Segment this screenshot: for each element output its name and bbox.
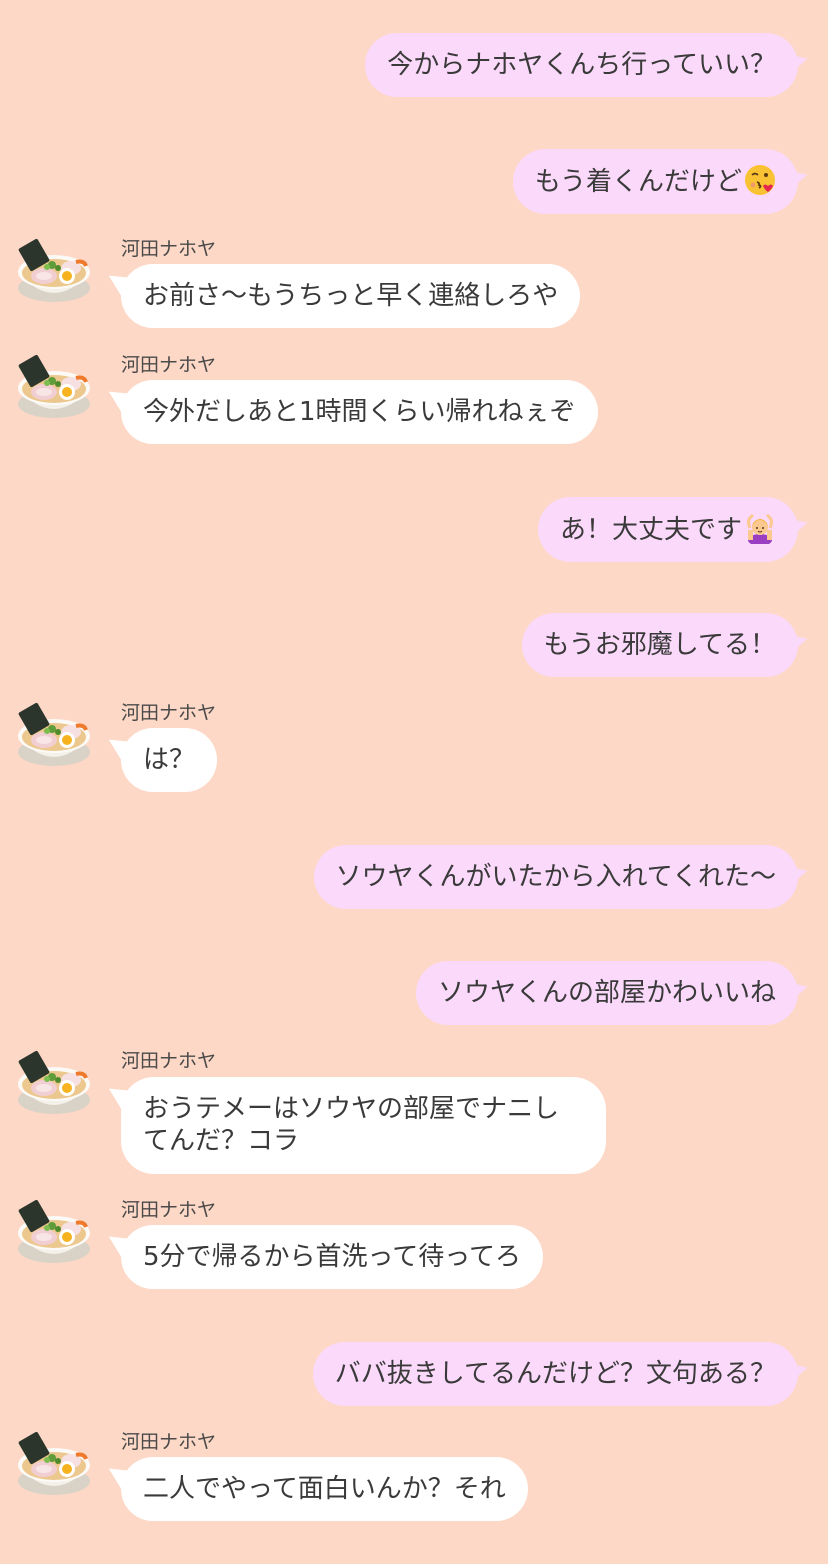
message-bubble[interactable]: 今外だしあと1時間くらい帰れねぇぞ	[121, 380, 598, 444]
sender-name: 河田ナホヤ	[121, 1050, 217, 1072]
outgoing-message: もう着くんだけど	[512, 149, 798, 214]
outgoing-message: ババ抜きしてるんだけど？文句ある？	[312, 1342, 798, 1406]
ramen-avatar-icon[interactable]	[14, 344, 94, 424]
outgoing-message: 今からナホヤくんち行っていい？	[365, 33, 798, 97]
incoming-message: は？	[121, 728, 218, 792]
message-bubble[interactable]: おうテメーはソウヤの部屋でナニしてんだ？コラ	[121, 1077, 606, 1174]
sender-name: 河田ナホヤ	[121, 1199, 217, 1221]
chat-thread: 今からナホヤくんち行っていい？ もう着くんだけど 河田ナホヤ お前さ〜もうちっと…	[0, 0, 828, 1564]
message-bubble[interactable]: 5分で帰るから首洗って待ってろ	[121, 1225, 543, 1289]
kissing-face-emoji	[744, 164, 776, 196]
message-text: 二人でやって面白いんか？それ	[143, 1474, 506, 1504]
message-text: もうお邪魔してる！	[543, 630, 776, 660]
ramen-avatar-icon[interactable]	[14, 228, 94, 308]
message-text: ソウヤくんの部屋かわいいね	[437, 978, 776, 1008]
message-bubble[interactable]: もう着くんだけど	[512, 149, 798, 214]
message-text: あ！大丈夫です	[559, 515, 742, 545]
sender-name: 河田ナホヤ	[121, 1431, 217, 1453]
message-text: ババ抜きしてるんだけど？文句ある？	[334, 1359, 776, 1389]
incoming-message: 5分で帰るから首洗って待ってろ	[121, 1225, 543, 1289]
message-text: おうテメーはソウヤの部屋でナニしてんだ？コラ	[143, 1094, 560, 1156]
message-text: は？	[143, 745, 196, 775]
ramen-avatar-icon[interactable]	[14, 1040, 94, 1120]
message-bubble[interactable]: ソウヤくんの部屋かわいいね	[415, 961, 798, 1025]
sender-name: 河田ナホヤ	[121, 702, 217, 724]
ramen-avatar-icon[interactable]	[14, 692, 94, 772]
incoming-message: 今外だしあと1時間くらい帰れねぇぞ	[121, 380, 598, 444]
message-text: もう着くんだけど	[534, 167, 742, 197]
message-bubble[interactable]: は？	[121, 728, 218, 792]
sender-name: 河田ナホヤ	[121, 238, 217, 260]
incoming-message: おうテメーはソウヤの部屋でナニしてんだ？コラ	[121, 1077, 606, 1174]
outgoing-message: あ！大丈夫です	[537, 497, 798, 562]
ramen-avatar-icon[interactable]	[14, 1421, 94, 1501]
incoming-message: 二人でやって面白いんか？それ	[121, 1457, 528, 1521]
message-bubble[interactable]: もうお邪魔してる！	[521, 613, 798, 677]
ramen-avatar-icon[interactable]	[14, 1189, 94, 1269]
message-bubble[interactable]: ソウヤくんがいたから入れてくれた〜	[313, 845, 798, 909]
message-bubble[interactable]: あ！大丈夫です	[537, 497, 798, 562]
message-text: お前さ〜もうちっと早く連絡しろや	[143, 281, 559, 311]
outgoing-message: ソウヤくんの部屋かわいいね	[415, 961, 798, 1025]
outgoing-message: ソウヤくんがいたから入れてくれた〜	[313, 845, 798, 909]
message-text: 今外だしあと1時間くらい帰れねぇぞ	[143, 397, 576, 427]
incoming-message: お前さ〜もうちっと早く連絡しろや	[121, 264, 581, 328]
message-bubble[interactable]: ババ抜きしてるんだけど？文句ある？	[312, 1342, 798, 1406]
message-bubble[interactable]: お前さ〜もうちっと早く連絡しろや	[121, 264, 581, 328]
message-text: ソウヤくんがいたから入れてくれた〜	[335, 862, 776, 892]
person-gesturing-ok-emoji	[746, 513, 774, 544]
message-text: 5分で帰るから首洗って待ってろ	[143, 1242, 521, 1272]
message-text: 今からナホヤくんち行っていい？	[387, 50, 776, 80]
message-bubble[interactable]: 二人でやって面白いんか？それ	[121, 1457, 528, 1521]
sender-name: 河田ナホヤ	[121, 354, 217, 376]
outgoing-message: もうお邪魔してる！	[521, 613, 798, 677]
message-bubble[interactable]: 今からナホヤくんち行っていい？	[365, 33, 798, 97]
